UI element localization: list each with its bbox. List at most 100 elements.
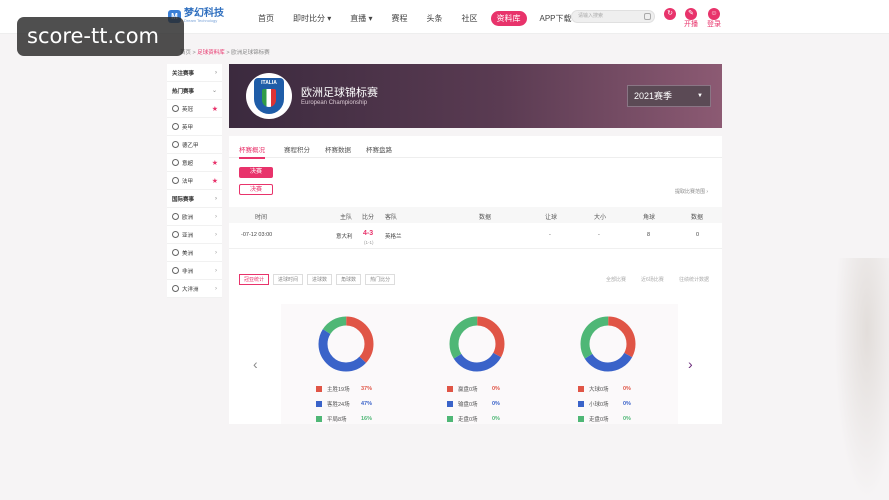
legend-percent: 0% bbox=[492, 400, 500, 407]
sidebar-item-label: 德乙甲 bbox=[182, 142, 199, 149]
login-link[interactable]: 登录 bbox=[707, 19, 721, 29]
filter-all[interactable]: 全部比赛 bbox=[606, 276, 626, 283]
stat-tabs: 冠亚统计 进球时间 进球数 角球数 热门比分 bbox=[239, 274, 396, 285]
nav-home[interactable]: 首页 bbox=[258, 13, 274, 24]
breadcrumb-current: 欧洲足球锦标赛 bbox=[231, 50, 270, 56]
nav-schedule[interactable]: 赛程 bbox=[392, 13, 408, 24]
sidebar-item[interactable]: 德乙甲 bbox=[167, 136, 222, 154]
chevron-icon: › bbox=[215, 231, 217, 238]
legend-percent: 47% bbox=[361, 400, 373, 407]
league-icon bbox=[172, 231, 179, 238]
sidebar-item-label: 法甲 bbox=[182, 178, 194, 185]
sidebar-item[interactable]: 欧洲 › bbox=[167, 208, 222, 226]
filter-recent[interactable]: 近6场比赛 bbox=[641, 276, 664, 283]
refresh-icon[interactable]: ↻ bbox=[664, 8, 676, 20]
legend-item: 主胜19场 37% bbox=[316, 381, 372, 396]
sidebar-item-label: 关注赛事 bbox=[172, 70, 195, 77]
col-home: 主队 bbox=[340, 215, 353, 221]
table-row[interactable]: -07-12 03:00 意大利 4-3 (1-1) 英格兰 - - 8 0 bbox=[229, 227, 722, 249]
legend-swatch bbox=[316, 400, 322, 407]
sidebar-item[interactable]: 亚洲 › bbox=[167, 226, 222, 244]
nav-database[interactable]: 资料库 bbox=[490, 11, 527, 26]
league-icon bbox=[172, 267, 179, 274]
sidebar-item[interactable]: 大洋洲 › bbox=[167, 280, 222, 298]
main-nav: 首页 即时比分 ▾ 直播 ▾ 赛程 头条 社区 资料库 APP下载 bbox=[258, 11, 591, 26]
sidebar-item[interactable]: 关注赛事 › bbox=[167, 64, 222, 82]
col-data: 数据 bbox=[479, 215, 492, 221]
round-button-inactive[interactable]: 决赛 bbox=[239, 184, 273, 195]
sidebar-item[interactable]: 热门赛事 ⌄ bbox=[167, 82, 222, 100]
stat-tab-3[interactable]: 进球数 bbox=[307, 274, 333, 285]
chevron-left-icon[interactable]: ‹ bbox=[253, 356, 258, 372]
sidebar-item-label: 亚洲 bbox=[182, 232, 194, 239]
league-icon bbox=[172, 249, 179, 256]
legend-item: 走盘0场 0% bbox=[447, 411, 500, 426]
donut-chart bbox=[580, 316, 636, 372]
stat-tab-5[interactable]: 热门比分 bbox=[365, 274, 396, 285]
nav-headlines[interactable]: 头条 bbox=[427, 13, 443, 24]
league-icon bbox=[172, 159, 179, 166]
legend-label: 走盘0场 bbox=[589, 416, 609, 423]
match-corner: 8 bbox=[647, 232, 651, 238]
search-icon[interactable] bbox=[644, 13, 651, 20]
tab-overview[interactable]: 杯赛概况 bbox=[239, 144, 265, 159]
italy-shield-icon: ITALIA bbox=[254, 78, 284, 114]
match-ou: - bbox=[598, 232, 600, 238]
legend-swatch bbox=[578, 385, 584, 392]
legend-percent: 0% bbox=[623, 415, 631, 422]
stat-tab-4[interactable]: 角球数 bbox=[336, 274, 362, 285]
nav-app-download[interactable]: APP下载 bbox=[540, 13, 572, 24]
competition-badge: ITALIA bbox=[246, 73, 292, 119]
star-icon[interactable]: ★ bbox=[212, 159, 218, 167]
home-team: 意大利 bbox=[336, 234, 353, 240]
site-watermark: score-tt.com bbox=[17, 17, 184, 56]
league-icon bbox=[172, 123, 179, 130]
legend-item: 走盘0场 0% bbox=[578, 411, 631, 426]
legend-item: 输盘0场 0% bbox=[447, 396, 500, 411]
legend-label: 赢盘0场 bbox=[458, 386, 478, 393]
breadcrumb-database[interactable]: 足球资料库 bbox=[197, 50, 225, 56]
sidebar-item[interactable]: 国际赛事 › bbox=[167, 190, 222, 208]
tab-schedule-standings[interactable]: 赛程积分 bbox=[284, 144, 310, 154]
chevron-icon: › bbox=[215, 213, 217, 220]
sidebar-item[interactable]: 法甲 ★ bbox=[167, 172, 222, 190]
sidebar-item[interactable]: 意超 ★ bbox=[167, 154, 222, 172]
star-icon[interactable]: ★ bbox=[212, 177, 218, 185]
nav-community[interactable]: 社区 bbox=[462, 13, 478, 24]
sidebar-item[interactable]: 美洲 › bbox=[167, 244, 222, 262]
nav-live-score[interactable]: 即时比分 ▾ bbox=[293, 13, 331, 24]
legend-item: 大球0场 0% bbox=[578, 381, 631, 396]
stat-tab-1[interactable]: 冠亚统计 bbox=[239, 274, 270, 285]
nav-live-stream[interactable]: 直播 ▾ bbox=[350, 13, 372, 24]
sidebar-item-label: 热门赛事 bbox=[172, 88, 195, 95]
donut-chart bbox=[318, 316, 374, 372]
sidebar-item[interactable]: 英甲 bbox=[167, 118, 222, 136]
sidebar-item[interactable]: 英冠 ★ bbox=[167, 100, 222, 118]
sidebar-item-label: 美洲 bbox=[182, 250, 194, 257]
filter-h2h[interactable]: 往绩统计数据 bbox=[679, 276, 709, 283]
col-ou: 大小 bbox=[594, 215, 607, 221]
tab-cup-data[interactable]: 杯赛数据 bbox=[325, 144, 351, 154]
legend-percent: 0% bbox=[623, 400, 631, 407]
stat-tab-2[interactable]: 进球时间 bbox=[273, 274, 304, 285]
legend-percent: 0% bbox=[492, 415, 500, 422]
season-select[interactable]: 2021赛季 ▼ bbox=[627, 85, 711, 107]
broadcast-label[interactable]: 开播 bbox=[684, 19, 698, 29]
chevron-icon: ⌄ bbox=[211, 88, 217, 94]
league-icon bbox=[172, 105, 179, 112]
search-input[interactable]: 请输入搜索 bbox=[571, 10, 655, 23]
legend-item: 客胜24场 47% bbox=[316, 396, 372, 411]
legend-swatch bbox=[316, 385, 322, 392]
col-time: 时间 bbox=[255, 215, 268, 221]
round-button-active[interactable]: 决赛 bbox=[239, 167, 273, 178]
main-content-card: 杯赛概况 赛程积分 杯赛数据 杯赛盘路 决赛 决赛 提取比赛范围 › 时间 主队… bbox=[229, 136, 722, 424]
match-handicap: - bbox=[549, 232, 551, 238]
star-icon[interactable]: ★ bbox=[212, 105, 218, 113]
league-icon bbox=[172, 285, 179, 292]
chevron-right-icon[interactable]: › bbox=[688, 356, 693, 372]
col-handicap: 让球 bbox=[545, 215, 558, 221]
league-icon bbox=[172, 213, 179, 220]
range-link[interactable]: 提取比赛范围 › bbox=[675, 188, 708, 195]
sidebar-item[interactable]: 非洲 › bbox=[167, 262, 222, 280]
tab-cup-handicap[interactable]: 杯赛盘路 bbox=[366, 144, 392, 154]
